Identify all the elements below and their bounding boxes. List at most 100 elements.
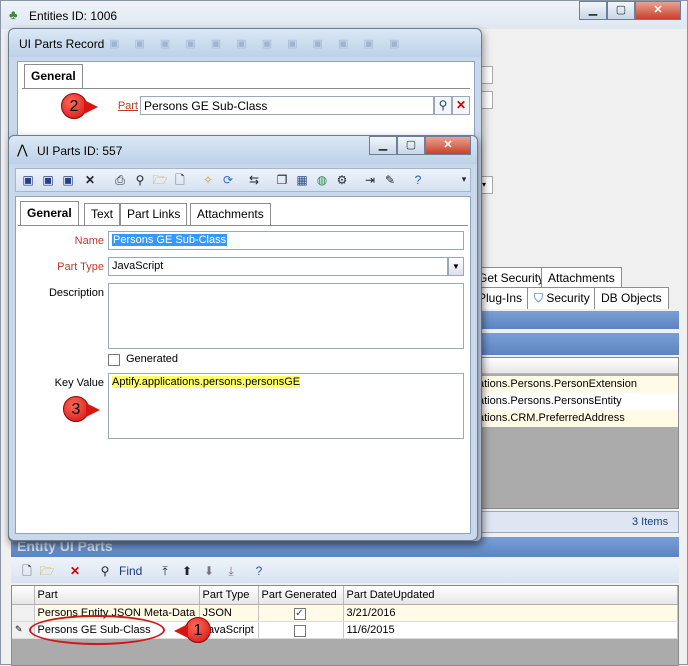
bg-blue-band-2	[471, 333, 679, 355]
key-value-text: Aptify.applications.persons.personsGE	[112, 376, 301, 388]
bg-status-bar: 3 Items	[471, 511, 679, 533]
import-icon[interactable]: ⇥	[362, 172, 378, 188]
binoculars-icon[interactable]: ⚲	[132, 172, 148, 188]
detail-close-button[interactable]: ✕	[425, 136, 471, 155]
find-button[interactable]: Find	[119, 564, 142, 578]
delete-icon[interactable]: ✕	[67, 563, 83, 579]
open-folder-icon[interactable]: 🗁	[39, 563, 55, 579]
callout-1: 1	[174, 617, 211, 643]
detail-title: UI Parts ID: 557	[37, 144, 123, 158]
part-type-label: Part Type	[57, 261, 104, 273]
generated-checkbox[interactable]	[108, 354, 120, 366]
toolbar-overflow-icon[interactable]: ▾	[456, 171, 472, 187]
detail-maximize-button[interactable]: ▢	[397, 136, 425, 155]
tab-security[interactable]: ⛉ Security	[527, 287, 597, 309]
tab-security-label: Security	[546, 291, 590, 305]
key-value-label: Key Value	[54, 377, 104, 389]
callout-3: 3	[63, 396, 100, 422]
name-label: Name	[74, 235, 104, 247]
save-icon[interactable]: ▣	[20, 172, 36, 188]
grid-col-selector	[12, 586, 35, 605]
bg-row[interactable]: ations.CRM.PreferredAddress	[472, 410, 678, 427]
bg-form-area: ▾	[479, 61, 499, 221]
main-titlebar[interactable]: ♣ Entities ID: 1006 ▁ ▢ ✕	[1, 1, 687, 29]
name-field[interactable]: Persons GE Sub-Class	[108, 231, 464, 250]
grid-cell-date[interactable]: 3/21/2016	[343, 604, 678, 622]
aptify-logo-icon: ⋀	[17, 142, 28, 157]
highlight-oval	[29, 615, 165, 645]
grid-col-part-date[interactable]: Part DateUpdated	[343, 586, 678, 605]
grid-icon[interactable]: ▦	[294, 172, 310, 188]
grid-cell-generated[interactable]	[258, 621, 344, 639]
move-top-icon[interactable]: ⤒	[157, 563, 173, 579]
notes-icon[interactable]: ✎	[382, 172, 398, 188]
part-type-select[interactable]: JavaScript	[108, 257, 448, 276]
minimize-button[interactable]: ▁	[579, 1, 607, 20]
app-logo-icon: ♣	[9, 7, 18, 22]
move-bottom-icon[interactable]: ⤓	[223, 563, 239, 579]
save-close-icon[interactable]: ▣	[40, 172, 56, 188]
print-icon[interactable]: ⎙	[112, 172, 128, 188]
maximize-button[interactable]: ▢	[607, 1, 635, 20]
shield-icon: ⛉	[534, 291, 544, 305]
tab-general-record[interactable]: General	[24, 64, 83, 88]
globe-icon[interactable]: ◍	[314, 172, 330, 188]
help-icon[interactable]: ?	[251, 563, 267, 579]
binoculars-icon[interactable]: ⚲	[97, 563, 113, 579]
tab-text[interactable]: Text	[84, 203, 121, 225]
part-field[interactable]: Persons GE Sub-Class	[140, 96, 434, 115]
gear-icon[interactable]: ⚙	[334, 172, 350, 188]
generated-label: Generated	[126, 353, 178, 365]
grid-col-part-type[interactable]: Part Type	[199, 586, 259, 605]
bg-grid-area: ations.Persons.PersonExtension ations.Pe…	[471, 357, 679, 509]
help-icon[interactable]: ?	[410, 172, 426, 188]
refresh-icon[interactable]: ⟳	[220, 172, 236, 188]
grid-col-part[interactable]: Part	[34, 586, 200, 605]
move-up-icon[interactable]: ⬆	[179, 563, 195, 579]
chevron-down-icon[interactable]: ▼	[448, 257, 464, 276]
move-down-icon[interactable]: ⬇	[201, 563, 217, 579]
bg-blue-band	[471, 311, 679, 329]
detail-titlebar[interactable]: ⋀ UI Parts ID: 557 ▁ ▢ ✕	[9, 136, 477, 164]
grid-cell-generated[interactable]: ✓	[258, 604, 344, 622]
close-button[interactable]: ✕	[635, 1, 681, 20]
parts-toolbar: 🗋 🗁 ✕ ⚲ Find ⤒ ⬆ ⬇ ⤓ ?	[11, 559, 679, 583]
detail-panel: General Text Part Links Attachments Name…	[15, 196, 471, 534]
copy-icon[interactable]: ❐	[274, 172, 290, 188]
part-clear-button[interactable]: ✕	[452, 96, 470, 115]
tab-attachments-bg[interactable]: Attachments	[541, 267, 622, 289]
save-new-icon[interactable]: ▣	[60, 172, 76, 188]
wizard-icon[interactable]: ✧	[200, 172, 216, 188]
delete-icon[interactable]: ✕	[82, 172, 98, 188]
detail-minimize-button[interactable]: ▁	[369, 136, 397, 155]
description-field[interactable]	[108, 283, 464, 349]
main-window-title: Entities ID: 1006	[29, 9, 118, 23]
record-titlebar[interactable]: UI Parts Record ▣ ▣ ▣ ▣ ▣ ▣ ▣ ▣ ▣ ▣ ▣ ▣	[9, 29, 481, 57]
part-lookup-button[interactable]: ⚲	[434, 96, 452, 115]
record-title: UI Parts Record	[19, 37, 105, 51]
page-icon[interactable]: 🗋	[172, 172, 188, 188]
callout-2: 2	[61, 93, 98, 119]
grid-cell-type[interactable]: JSON	[199, 604, 259, 622]
bg-row[interactable]: ations.Persons.PersonsEntity	[472, 393, 678, 410]
folder-icon[interactable]: 🗁	[152, 172, 168, 188]
tab-general[interactable]: General	[20, 201, 79, 225]
tab-part-links[interactable]: Part Links	[120, 203, 188, 225]
description-label: Description	[48, 287, 104, 299]
items-count: 3 Items	[632, 516, 669, 528]
name-value: Persons GE Sub-Class	[112, 234, 228, 246]
generated-checkbox[interactable]	[293, 624, 306, 637]
tab-db-objects[interactable]: DB Objects	[594, 287, 669, 309]
bg-row[interactable]: ations.Persons.PersonExtension	[472, 376, 678, 393]
detail-window: ⋀ UI Parts ID: 557 ▁ ▢ ✕ ▣ ▣ ▣ ✕ ⎙ ⚲ 🗁 🗋…	[8, 135, 478, 541]
link-icon[interactable]: ⇆	[246, 172, 262, 188]
key-value-field[interactable]: Aptify.applications.persons.personsGE	[108, 373, 464, 439]
generated-checkbox-checked[interactable]: ✓	[293, 607, 306, 620]
tab-get-security[interactable]: Get Security	[471, 267, 552, 289]
tab-attachments[interactable]: Attachments	[190, 203, 271, 225]
grid-col-part-generated[interactable]: Part Generated	[258, 586, 344, 605]
new-record-icon[interactable]: 🗋	[19, 563, 35, 579]
grid-cell-date[interactable]: 11/6/2015	[343, 621, 678, 639]
record-toolbar-ghost: ▣ ▣ ▣ ▣ ▣ ▣ ▣ ▣ ▣ ▣ ▣ ▣	[109, 38, 406, 50]
detail-toolbar: ▣ ▣ ▣ ✕ ⎙ ⚲ 🗁 🗋 ✧ ⟳ ⇆ ❐ ▦ ◍ ⚙ ⇥ ✎ ? ▾	[15, 168, 471, 192]
